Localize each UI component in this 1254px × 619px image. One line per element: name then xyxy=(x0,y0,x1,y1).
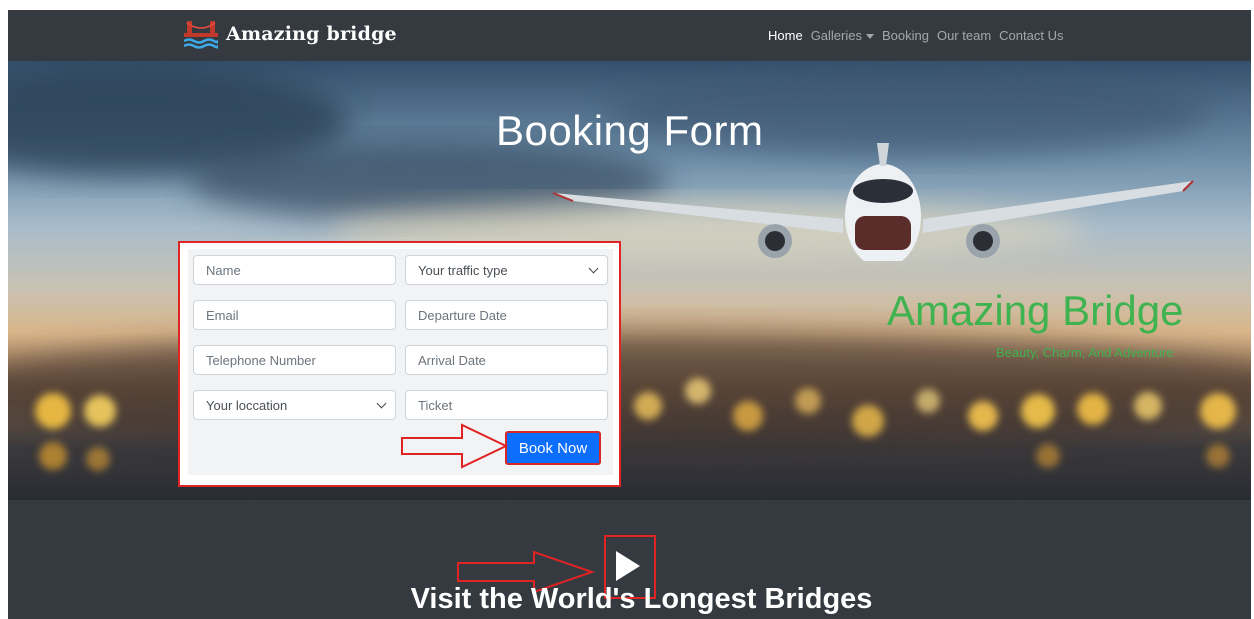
annotation-arrow-icon xyxy=(401,423,509,469)
bridge-logo-icon xyxy=(184,21,218,49)
nav-booking[interactable]: Booking xyxy=(882,28,929,43)
nav-home[interactable]: Home xyxy=(768,28,803,43)
brand-name: Amazing bridge xyxy=(226,23,397,45)
video-section-title: Visit the World's Longest Bridges xyxy=(410,583,873,615)
book-now-button[interactable]: Book Now xyxy=(505,431,601,465)
brand-tagline: Beauty, Charm, And Adventure xyxy=(996,345,1174,360)
ticket-input[interactable]: Ticket xyxy=(405,390,608,420)
page-frame: Amazing bridge Home Galleries Booking Ou… xyxy=(8,10,1251,619)
brand-headline: Amazing Bridge xyxy=(887,287,1184,334)
nav-galleries[interactable]: Galleries xyxy=(811,28,874,43)
nav-menu: Home Galleries Booking Our team Contact … xyxy=(768,28,1063,43)
location-select[interactable]: Your loccation xyxy=(193,390,396,420)
play-icon xyxy=(616,551,640,581)
booking-form: Name Email Telephone Number Your loccati… xyxy=(178,241,621,487)
hero-banner: Booking Form Amazing Bridge Beauty, Char… xyxy=(8,61,1251,500)
departure-date-input[interactable]: Departure Date xyxy=(405,300,608,330)
chevron-down-icon xyxy=(376,398,387,409)
navbar: Amazing bridge Home Galleries Booking Ou… xyxy=(8,10,1251,61)
nav-our-team[interactable]: Our team xyxy=(937,28,991,43)
name-input[interactable]: Name xyxy=(193,255,396,285)
video-section: Visit the World's Longest Bridges xyxy=(8,500,1251,619)
telephone-input[interactable]: Telephone Number xyxy=(193,345,396,375)
airplane-illustration xyxy=(552,143,1194,261)
chevron-down-icon xyxy=(588,263,599,274)
email-input[interactable]: Email xyxy=(193,300,396,330)
caret-down-icon xyxy=(865,34,874,40)
traffic-type-select-value: Your traffic type xyxy=(418,263,508,278)
brand-link[interactable]: Amazing bridge xyxy=(184,19,397,49)
traffic-type-select[interactable]: Your traffic type xyxy=(405,255,608,285)
nav-galleries-label: Galleries xyxy=(810,28,862,43)
location-select-value: Your loccation xyxy=(206,398,288,413)
nav-contact-us[interactable]: Contact Us xyxy=(999,28,1063,43)
arrival-date-input[interactable]: Arrival Date xyxy=(405,345,608,375)
